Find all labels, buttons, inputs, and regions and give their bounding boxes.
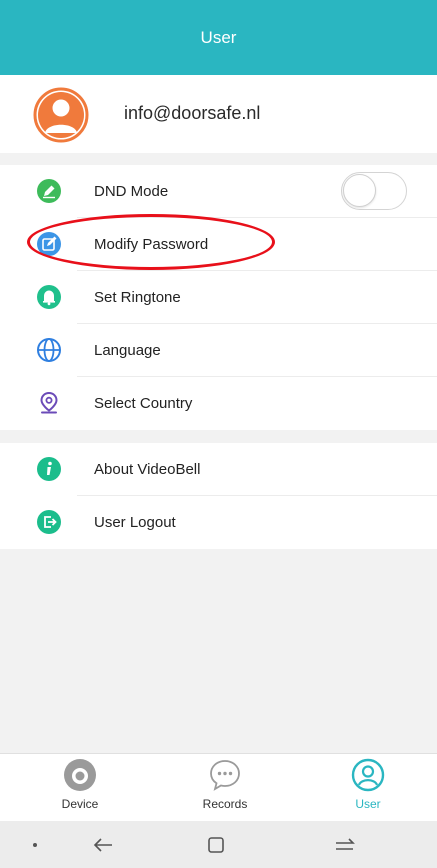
user-avatar-icon — [33, 87, 89, 143]
dnd-mode-row[interactable]: DND Mode — [0, 165, 437, 218]
language-row[interactable]: Language — [0, 324, 437, 377]
language-label: Language — [94, 342, 161, 359]
modify-password-label: Modify Password — [94, 236, 209, 253]
dnd-mode-label: DND Mode — [94, 183, 169, 200]
globe-icon — [37, 338, 61, 362]
bell-icon — [37, 285, 61, 309]
user-screen: User info@doorsafe.nl DND Mode Modify Pa… — [0, 0, 437, 868]
home-square-icon[interactable] — [201, 831, 231, 859]
select-country-label: Select Country — [94, 395, 193, 412]
dnd-icon — [37, 179, 61, 203]
tab-device-label: Device — [61, 797, 99, 811]
user-icon — [351, 758, 385, 792]
tab-device[interactable]: Device — [30, 754, 130, 822]
select-country-row[interactable]: Select Country — [0, 377, 437, 430]
back-arrow-icon[interactable] — [88, 831, 118, 859]
page-title: User — [200, 27, 237, 47]
bottom-tab-bar: Device Records User — [0, 753, 437, 821]
tab-records-label: Records — [202, 797, 248, 811]
set-ringtone-row[interactable]: Set Ringtone — [0, 271, 437, 324]
set-ringtone-label: Set Ringtone — [94, 289, 181, 306]
about-row[interactable]: About VideoBell — [0, 443, 437, 496]
dnd-mode-toggle[interactable] — [341, 172, 407, 210]
logout-icon — [37, 510, 61, 534]
recent-apps-icon[interactable] — [330, 831, 360, 859]
profile-row[interactable]: info@doorsafe.nl — [0, 75, 437, 153]
tab-user-label: User — [355, 797, 381, 811]
logout-label: User Logout — [94, 514, 176, 531]
camera-icon — [64, 759, 96, 791]
logout-row[interactable]: User Logout — [0, 496, 437, 549]
app-header: User — [0, 0, 437, 75]
toggle-knob — [343, 174, 376, 207]
settings-group: DND Mode Modify Password Set Ringtone La… — [0, 165, 437, 430]
about-label: About VideoBell — [94, 461, 201, 478]
app-group: About VideoBell User Logout — [0, 443, 437, 549]
profile-email: info@doorsafe.nl — [124, 103, 261, 123]
tab-records[interactable]: Records — [175, 754, 275, 822]
modify-password-row[interactable]: Modify Password — [0, 218, 437, 271]
chat-bubble-icon — [210, 760, 240, 791]
edit-icon — [37, 232, 61, 256]
system-nav-bar — [0, 821, 437, 868]
nav-dot-icon — [33, 843, 37, 847]
tab-user[interactable]: User — [318, 754, 418, 822]
info-icon — [37, 457, 61, 481]
location-pin-icon — [40, 391, 58, 414]
